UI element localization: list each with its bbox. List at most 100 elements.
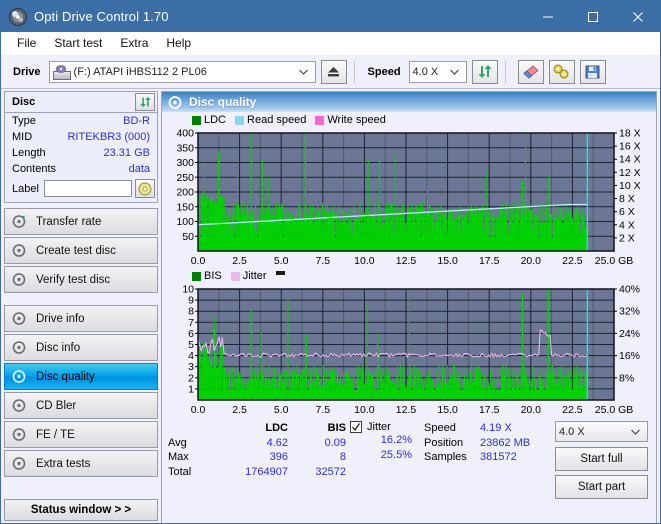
sidebar-item-fe-te[interactable]: FE / TE — [4, 421, 158, 448]
maximize-button[interactable] — [570, 1, 615, 32]
svg-text:15.0: 15.0 — [437, 404, 458, 416]
drive-label: Drive — [13, 65, 41, 78]
chevron-down-icon — [626, 426, 645, 438]
sidebar-item-label: Extra tests — [36, 457, 91, 470]
svg-text:25.0 GB: 25.0 GB — [595, 404, 634, 416]
jitter-avg-value: 16.2% — [380, 434, 412, 446]
sidebar-item-verify-test-disc[interactable]: Verify test disc — [4, 266, 158, 293]
minimize-button[interactable] — [525, 1, 570, 32]
sidebar-item-cd-bler[interactable]: CD Bler — [4, 392, 158, 419]
total-bis-value: 32572 — [315, 465, 346, 478]
sidebar-item-label: Create test disc — [36, 244, 116, 257]
drive-select[interactable]: (F:) ATAPI iHBS112 2 PL06 — [48, 60, 316, 83]
disc-panel-title: Disc — [12, 96, 36, 108]
max-bis-value: 8 — [339, 451, 346, 463]
svg-text:250: 250 — [176, 172, 194, 184]
bis-chart-plot[interactable]: 1098765432140%32%24%16%8%0.0 2.5 5.0 7.5 10.… — [162, 285, 656, 418]
toolbar-divider — [504, 60, 506, 83]
speed-row: Speed 4.19 X — [424, 421, 552, 436]
menu-start-test[interactable]: Start test — [45, 33, 111, 53]
app-icon — [9, 7, 27, 26]
save-button[interactable] — [579, 59, 606, 84]
error-stats-table: LDC BIS Avg 4.62 0.09 Max 396 8 Total 17… — [168, 421, 350, 523]
disc-length-label: Length — [12, 147, 46, 159]
svg-text:20.0: 20.0 — [521, 255, 542, 267]
svg-text:5.0: 5.0 — [274, 404, 289, 416]
main-panel-title: Disc quality — [189, 95, 257, 109]
svg-text:4 X: 4 X — [619, 219, 635, 231]
sidebar-item-create-test-disc[interactable]: Create test disc — [4, 237, 158, 264]
close-button[interactable] — [615, 1, 660, 32]
disc-contents-label: Contents — [12, 163, 57, 175]
disc-label-input[interactable] — [43, 180, 132, 197]
start-full-button[interactable]: Start full — [555, 447, 648, 471]
disc-type-label: Type — [12, 115, 36, 127]
sidebar-divider — [4, 295, 158, 305]
svg-text:22.5: 22.5 — [562, 255, 583, 267]
menu-file[interactable]: File — [8, 33, 45, 53]
speed-select-value: 4.0 X — [412, 65, 439, 78]
row-label-total: Total — [168, 465, 192, 478]
speed-select[interactable]: 4.0 X — [408, 60, 467, 83]
sidebar-item-disc-info[interactable]: Disc info — [4, 334, 158, 361]
svg-text:16 X: 16 X — [619, 141, 641, 153]
disc-icon — [12, 273, 29, 286]
sidebar-item-label: Drive info — [36, 312, 85, 325]
speed-label: Speed — [367, 65, 401, 78]
svg-text:0.0: 0.0 — [191, 255, 206, 267]
title-bar: Opti Drive Control 1.70 — [1, 1, 660, 32]
disc-icon — [12, 341, 29, 354]
disc-refresh-button[interactable] — [135, 93, 155, 111]
disc-row-mid: MID RITEKBR3 (000) — [5, 129, 157, 145]
svg-text:20.0: 20.0 — [521, 404, 542, 416]
eject-button[interactable] — [320, 59, 347, 84]
disc-label-button[interactable] — [135, 179, 155, 198]
svg-text:16%: 16% — [619, 350, 640, 362]
disc-mid-value: RITEKBR3 (000) — [67, 131, 150, 143]
speed-value: 4.19 X — [480, 422, 512, 434]
drive-icon — [52, 64, 71, 80]
legend-item-write-speed: Write speed — [315, 114, 386, 126]
legend-item-bis: BIS — [192, 270, 222, 282]
sidebar-item-transfer-rate[interactable]: Transfer rate — [4, 208, 158, 235]
ldc-chart-container: LDC Read speed Write speed 400 350 300 250 2… — [162, 112, 656, 269]
sidebar-item-label: Transfer rate — [36, 215, 102, 228]
svg-text:8%: 8% — [619, 372, 634, 384]
svg-text:1: 1 — [188, 383, 194, 395]
main-panel: Disc quality LDC Read speed Write speed — [161, 91, 657, 523]
refresh-button[interactable] — [471, 59, 498, 84]
disc-mid-label: MID — [12, 131, 33, 143]
sidebar-item-extra-tests[interactable]: Extra tests — [4, 450, 158, 477]
svg-text:24%: 24% — [619, 328, 640, 340]
legend-label-bis: BIS — [204, 270, 222, 282]
start-part-button[interactable]: Start part — [555, 475, 648, 499]
bis-chart-container: BIS Jitter 10 9 8 7 6 5 4 3 2 1 40% 32% 24% 16% 8% 0.0 2… — [162, 269, 656, 417]
sidebar-item-disc-quality[interactable]: Disc quality — [4, 363, 158, 390]
erase-button[interactable] — [517, 59, 544, 84]
svg-text:12.5: 12.5 — [396, 404, 417, 416]
menu-extra[interactable]: Extra — [111, 33, 157, 53]
disc-label-label: Label — [12, 182, 39, 195]
svg-text:10.0: 10.0 — [354, 404, 375, 416]
legend-label-jitter: Jitter — [242, 270, 267, 282]
column-header-ldc: LDC — [265, 422, 288, 434]
ldc-chart-plot[interactable]: 4003503002502001501005018 X16 X14 X12 X1… — [162, 129, 656, 269]
tools-button[interactable] — [548, 59, 575, 84]
disc-icon — [12, 457, 29, 470]
sidebar-item-drive-info[interactable]: Drive info — [4, 305, 158, 332]
svg-text:2.5: 2.5 — [232, 255, 247, 267]
legend-swatch-write-speed — [315, 115, 325, 125]
svg-text:12 X: 12 X — [619, 167, 641, 179]
legend-label-ldc: LDC — [204, 114, 227, 126]
avg-bis-value: 0.09 — [324, 436, 346, 449]
table-row: Avg 4.62 0.09 — [168, 436, 350, 451]
svg-text:5.0: 5.0 — [274, 255, 289, 267]
svg-text:6 X: 6 X — [619, 206, 635, 218]
jitter-checkbox[interactable] — [350, 421, 362, 433]
legend-item-jitter: Jitter — [230, 270, 267, 282]
disc-icon — [12, 244, 29, 257]
menu-help[interactable]: Help — [157, 33, 200, 53]
legend-label-write-speed: Write speed — [327, 114, 386, 126]
test-speed-select[interactable]: 4.0 X — [555, 421, 648, 442]
status-window-button[interactable]: Status window > > — [4, 499, 158, 521]
